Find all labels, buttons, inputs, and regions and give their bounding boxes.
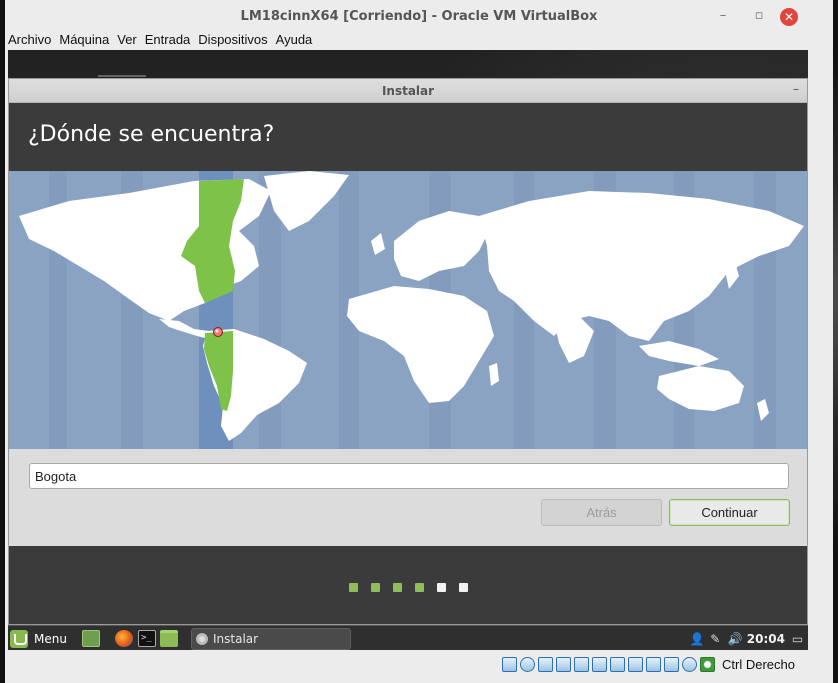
guest-background-window-edge	[98, 75, 146, 77]
step-dot-6	[459, 583, 468, 592]
installer-titlebar[interactable]: Instalar –	[9, 79, 807, 103]
installer-header: ¿Dónde se encuentra?	[9, 103, 807, 171]
city-marker-icon[interactable]	[213, 327, 223, 337]
task-label: Instalar	[213, 632, 259, 646]
location-input[interactable]	[29, 463, 789, 489]
network-icon[interactable]: ✎	[709, 632, 722, 646]
host-key-icon[interactable]	[700, 657, 715, 672]
world-map-svg	[19, 171, 804, 449]
cpu-icon[interactable]	[664, 657, 679, 672]
recording-icon[interactable]	[682, 657, 697, 672]
step-dot-4	[415, 583, 424, 592]
network-icon[interactable]	[574, 657, 589, 672]
display-icon[interactable]	[592, 657, 607, 672]
close-icon[interactable]: ✕	[780, 8, 798, 26]
continue-button[interactable]: Continuar	[669, 499, 790, 526]
optical-drive-icon[interactable]	[520, 657, 535, 672]
virtualbox-titlebar[interactable]: LM18cinnX64 [Corriendo] - Oracle VM Virt…	[5, 0, 833, 32]
status-icons: Ctrl Derecho	[502, 657, 795, 672]
taskbar-window-installer[interactable]: Instalar	[191, 628, 351, 650]
guest-taskbar: Menu >_ Instalar 👤 ✎ 🔊 20:04 ▭	[8, 625, 808, 650]
hard-disk-icon[interactable]	[502, 657, 517, 672]
installer-window: Instalar – ¿Dónde se encuentra? Bogota A…	[8, 78, 808, 625]
start-menu-button[interactable]: Menu	[10, 629, 67, 649]
installer-minimize-icon[interactable]: –	[793, 82, 799, 96]
step-dot-2	[371, 583, 380, 592]
shared-folders-icon[interactable]	[556, 657, 571, 672]
page-title: ¿Dónde se encuentra?	[28, 122, 275, 147]
maximize-icon[interactable]: ▫	[751, 8, 767, 24]
menu-ayuda[interactable]: Ayuda	[273, 30, 318, 50]
back-button[interactable]: Atrás	[541, 499, 662, 526]
minimize-icon[interactable]: –	[715, 8, 731, 24]
show-desktop-icon[interactable]	[82, 630, 100, 647]
usb-icon[interactable]	[538, 657, 553, 672]
terminal-icon[interactable]: >_	[138, 630, 156, 647]
cd-icon	[196, 633, 208, 645]
virtualbox-menubar: Archivo Máquina Ver Entrada Dispositivos…	[5, 30, 833, 50]
menu-ver[interactable]: Ver	[114, 30, 142, 50]
menu-label: Menu	[34, 632, 67, 646]
window-title: LM18cinnX64 [Corriendo] - Oracle VM Virt…	[240, 9, 598, 24]
user-icon[interactable]: 👤	[690, 632, 705, 646]
menu-dispositivos[interactable]: Dispositivos	[195, 30, 272, 50]
video-capture-icon[interactable]	[610, 657, 625, 672]
firefox-icon[interactable]	[115, 630, 133, 647]
step-dot-5	[437, 583, 446, 592]
clock[interactable]: 20:04	[747, 632, 785, 646]
keyboard-icon[interactable]	[646, 657, 661, 672]
guest-screen[interactable]: Instalar – ¿Dónde se encuentra? Bogota A…	[8, 50, 808, 650]
step-dot-3	[393, 583, 402, 592]
files-icon[interactable]	[160, 630, 178, 647]
menu-archivo[interactable]: Archivo	[5, 30, 56, 50]
progress-panel	[9, 546, 807, 624]
virtualbox-statusbar: Ctrl Derecho	[5, 652, 833, 683]
menu-entrada[interactable]: Entrada	[142, 30, 196, 50]
volume-icon[interactable]: 🔊	[728, 632, 743, 646]
mouse-integration-icon[interactable]	[628, 657, 643, 672]
workspace-icon[interactable]: ▭	[791, 632, 804, 646]
menu-maquina[interactable]: Máquina	[56, 30, 114, 50]
linux-mint-icon	[10, 630, 28, 648]
virtualbox-window: LM18cinnX64 [Corriendo] - Oracle VM Virt…	[5, 0, 833, 683]
system-tray: 👤 ✎ 🔊 20:04 ▭	[690, 629, 808, 649]
host-key-label: Ctrl Derecho	[722, 657, 795, 672]
timezone-map[interactable]	[9, 171, 807, 449]
step-dot-1	[349, 583, 358, 592]
step-indicator	[349, 583, 468, 592]
installer-title: Instalar	[381, 84, 435, 98]
